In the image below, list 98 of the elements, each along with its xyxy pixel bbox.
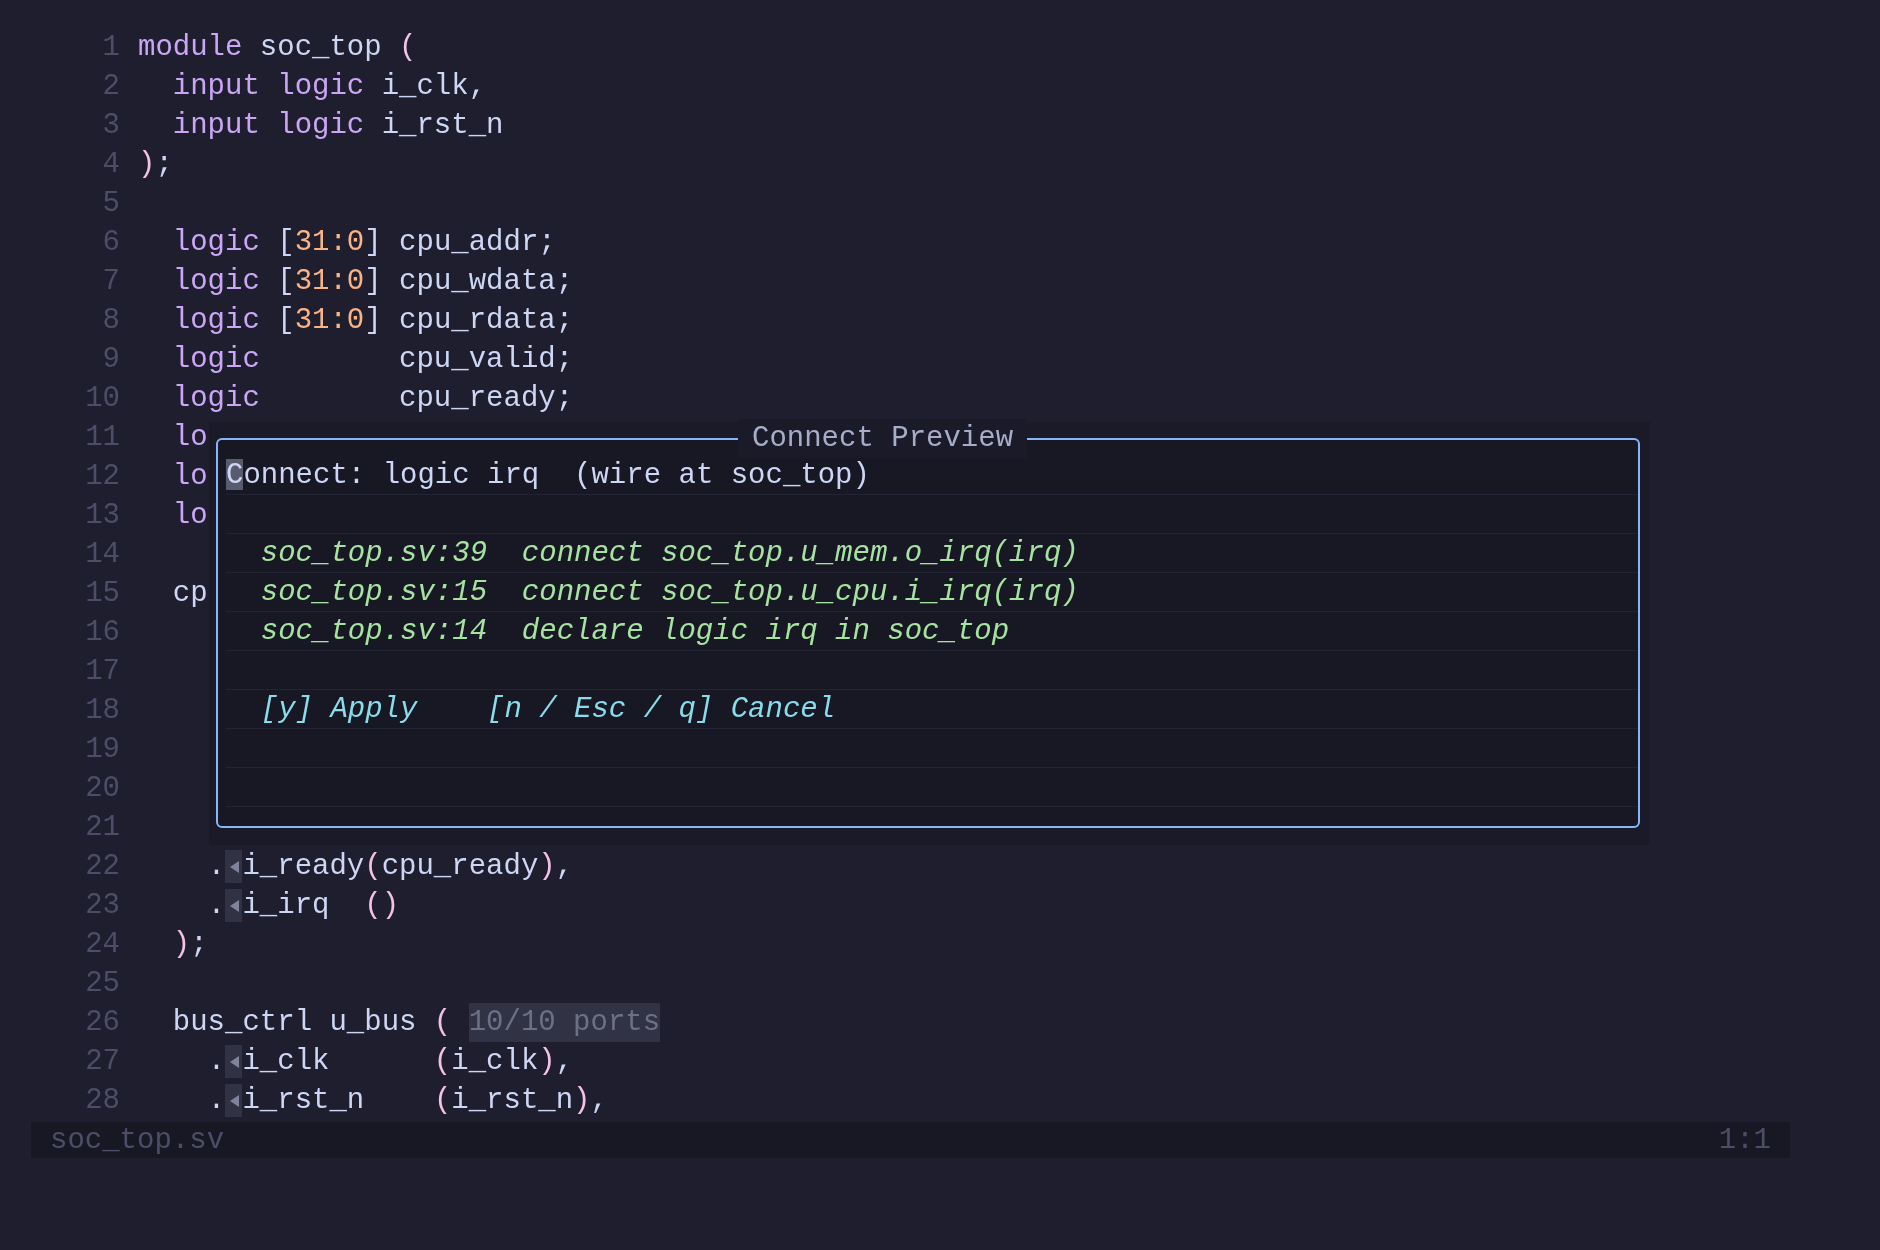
line-number: 13: [84, 498, 120, 534]
code-token: ): [573, 1083, 591, 1119]
code-token: cpu_valid;: [399, 342, 574, 378]
code-token: cpu_ready: [381, 849, 539, 885]
code-token: lo: [172, 498, 208, 534]
result-location[interactable]: soc_top.sv:14: [260, 611, 488, 651]
code-token: ): [538, 849, 556, 885]
code-token: ,: [555, 1044, 574, 1080]
line-number: 11: [84, 420, 120, 456]
code-token: i_ready: [242, 849, 365, 885]
code-token: i_clk: [451, 1044, 539, 1080]
code-token: logic: [172, 303, 261, 339]
code-token: lo: [172, 420, 208, 456]
line-number: 17: [84, 654, 120, 690]
line-number: 1: [101, 30, 120, 66]
code-token: 31:0: [294, 264, 365, 300]
code-token: (: [364, 849, 382, 885]
code-token: (: [399, 30, 417, 66]
code-token: lo: [172, 459, 208, 495]
line-number: 3: [101, 108, 120, 144]
prompt-text: Connect: logic irq (wire at soc_top): [226, 458, 870, 492]
code-token: 31:0: [294, 225, 365, 261]
line-number: 8: [101, 303, 120, 339]
line-number: 21: [84, 810, 120, 846]
line-number: 18: [84, 693, 120, 729]
code-token: i_clk: [242, 1044, 330, 1080]
result-action: connect soc_top.u_mem.o_irq(irq): [521, 535, 1079, 572]
line-number: 23: [84, 888, 120, 924]
code-token: (): [364, 888, 400, 924]
port-count-hint: 10/10 ports: [468, 1003, 661, 1042]
code-token: i_rst_n: [451, 1083, 574, 1119]
code-token: .: [207, 1083, 226, 1119]
result-action: connect soc_top.u_cpu.i_irq(irq): [521, 574, 1079, 611]
code-token: .: [207, 1044, 226, 1080]
marker-icon: [225, 888, 243, 923]
line-number: 22: [84, 849, 120, 885]
code-token: ;: [190, 927, 208, 963]
marker-icon: [225, 849, 243, 884]
cursor-position: 1:1: [1718, 1122, 1771, 1159]
code-token: (: [433, 1005, 453, 1041]
action-button[interactable]: [n / Esc / q] Cancel: [487, 689, 836, 729]
code-token: i_rst_n: [381, 108, 504, 144]
code-token: i_rst_n: [242, 1083, 365, 1119]
line-number: 14: [84, 537, 120, 573]
code-token: logic: [172, 225, 261, 261]
action-button[interactable]: [y] Apply: [260, 689, 418, 729]
line-number: 10: [84, 381, 120, 417]
code-token: ): [538, 1044, 556, 1080]
line-number: 4: [101, 147, 120, 183]
code-token: .: [207, 888, 226, 924]
code-token: logic: [172, 264, 261, 300]
result-action: declare logic irq in soc_top: [521, 613, 1010, 650]
code-token: ;: [155, 147, 173, 183]
code-token: input logic: [172, 108, 365, 144]
line-number: 12: [84, 459, 120, 495]
code-token: .: [207, 849, 226, 885]
line-number: 2: [101, 69, 120, 105]
line-number: 19: [84, 732, 120, 768]
code-token: logic: [172, 342, 260, 378]
code-token: bus_ctrl u_bus: [172, 1005, 418, 1041]
line-number: 5: [101, 186, 120, 222]
code-token: 31:0: [294, 303, 365, 339]
result-location[interactable]: soc_top.sv:15: [260, 572, 488, 612]
line-number: 15: [84, 576, 120, 612]
marker-icon: [225, 1083, 243, 1118]
line-number: 24: [84, 927, 120, 963]
code-token: cp: [172, 576, 208, 612]
line-number: 25: [84, 966, 120, 1002]
file-name: soc_top.sv: [50, 1122, 225, 1159]
code-token: ,: [590, 1083, 608, 1119]
code-token: [: [277, 303, 295, 339]
line-number: 16: [84, 615, 120, 651]
line-number: 7: [101, 264, 120, 300]
code-token: ): [172, 927, 191, 963]
code-token: input logic: [172, 69, 365, 105]
code-token: i_clk,: [381, 69, 487, 105]
code-token: ] cpu_rdata;: [364, 303, 574, 339]
line-number: 9: [101, 342, 120, 378]
code-token: i_irq: [242, 888, 330, 924]
line-number: 6: [101, 225, 120, 261]
code-token: [: [277, 264, 295, 300]
code-token: ,: [555, 849, 574, 885]
code-token: ] cpu_wdata;: [364, 264, 574, 300]
code-token: ] cpu_addr;: [364, 225, 556, 261]
code-token: ): [138, 147, 156, 183]
code-token: (: [433, 1044, 452, 1080]
line-number: 28: [84, 1083, 120, 1119]
line-number: 27: [84, 1044, 120, 1080]
line-number: 20: [84, 771, 120, 807]
code-token: module: [138, 30, 243, 66]
code-token: soc_top: [259, 30, 383, 66]
line-number: 26: [84, 1005, 120, 1041]
result-location[interactable]: soc_top.sv:39: [260, 533, 488, 573]
code-token: logic: [172, 381, 260, 417]
marker-icon: [225, 1044, 243, 1079]
code-token: cpu_ready;: [399, 381, 574, 417]
code-token: [: [277, 225, 295, 261]
code-token: (: [433, 1083, 452, 1119]
